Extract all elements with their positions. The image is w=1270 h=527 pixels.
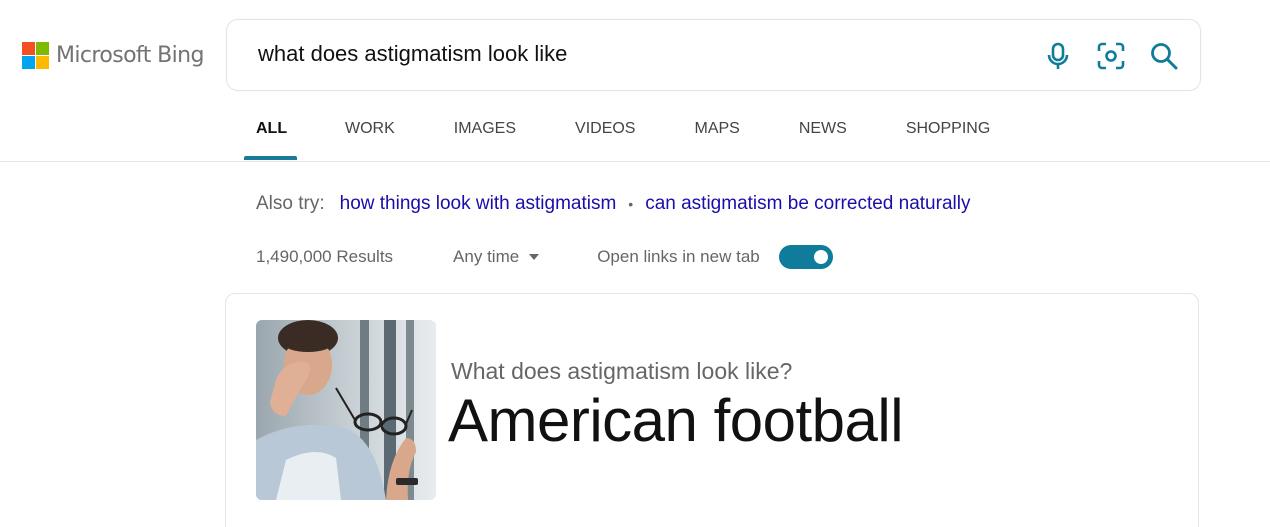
caret-down-icon bbox=[529, 254, 540, 260]
also-try-row: Also try: how things look with astigmati… bbox=[256, 193, 970, 215]
tab-all[interactable]: ALL bbox=[244, 118, 297, 160]
tab-images[interactable]: IMAGES bbox=[442, 118, 528, 160]
microsoft-logo-icon bbox=[22, 42, 49, 69]
results-count: 1,490,000 Results bbox=[256, 247, 394, 266]
brand-name: Microsoft Bing bbox=[56, 43, 204, 68]
visual-search-icon[interactable] bbox=[1095, 40, 1127, 72]
tab-videos[interactable]: VIDEOS bbox=[563, 118, 647, 160]
also-try-label: Also try: bbox=[256, 193, 325, 214]
time-filter-dropdown[interactable]: Any time bbox=[453, 247, 540, 267]
tab-shopping[interactable]: SHOPPING bbox=[894, 118, 1002, 160]
search-icon[interactable] bbox=[1148, 40, 1180, 72]
tab-maps[interactable]: MAPS bbox=[682, 118, 751, 160]
search-tabs: ALL WORK IMAGES VIDEOS MAPS NEWS SHOPPIN… bbox=[244, 118, 1002, 160]
tab-news[interactable]: NEWS bbox=[787, 118, 859, 160]
bing-logo[interactable]: Microsoft Bing bbox=[22, 42, 204, 69]
answer-question: What does astigmatism look like? bbox=[451, 358, 793, 384]
search-input[interactable] bbox=[258, 41, 1018, 67]
answer-text: American football bbox=[448, 387, 904, 454]
search-box bbox=[226, 19, 1201, 91]
tab-work[interactable]: WORK bbox=[333, 118, 407, 160]
answer-card: What does astigmatism look like? America… bbox=[225, 293, 1199, 527]
separator-dot: • bbox=[628, 196, 634, 212]
also-try-link-2[interactable]: can astigmatism be corrected naturally bbox=[645, 193, 970, 215]
toggle-knob bbox=[813, 250, 828, 264]
results-bar: 1,490,000 Results Any time Open links in… bbox=[256, 245, 833, 269]
also-try-link-1[interactable]: how things look with astigmatism bbox=[340, 193, 617, 215]
open-links-label: Open links in new tab bbox=[597, 247, 760, 266]
microphone-icon[interactable] bbox=[1042, 40, 1074, 72]
answer-image[interactable] bbox=[256, 320, 436, 500]
header-divider bbox=[0, 161, 1270, 162]
open-links-toggle[interactable] bbox=[778, 245, 833, 269]
time-filter-label: Any time bbox=[453, 247, 520, 266]
bing-results-page: Microsoft Bing what does astigmatism loo… bbox=[0, 0, 1270, 527]
search-icons bbox=[1021, 40, 1180, 72]
